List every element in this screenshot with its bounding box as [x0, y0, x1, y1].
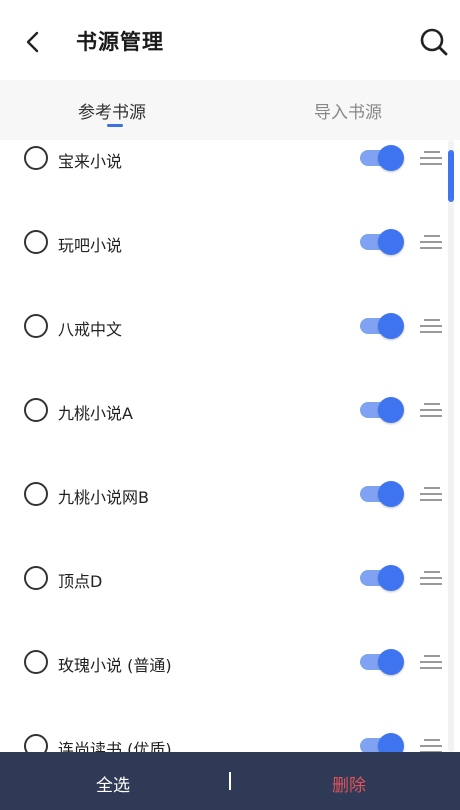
- select-radio[interactable]: [24, 482, 48, 506]
- source-tabs: 参考书源 导入书源: [0, 80, 460, 140]
- scrollbar-thumb[interactable]: [448, 150, 454, 202]
- delete-button[interactable]: 删除: [332, 771, 366, 796]
- source-name: 八戒中文: [58, 320, 123, 339]
- source-name: 九桃小说网B: [58, 488, 149, 507]
- drag-handle-icon[interactable]: [420, 403, 442, 417]
- enable-toggle[interactable]: [360, 481, 404, 507]
- enable-toggle[interactable]: [360, 145, 404, 171]
- enable-toggle[interactable]: [360, 229, 404, 255]
- select-radio[interactable]: [24, 230, 48, 254]
- select-radio[interactable]: [24, 398, 48, 422]
- list-item: 宝来小说: [0, 140, 460, 224]
- enable-toggle[interactable]: [360, 313, 404, 339]
- select-all-button[interactable]: 全选: [96, 771, 130, 796]
- enable-toggle[interactable]: [360, 649, 404, 675]
- search-icon[interactable]: [418, 26, 450, 58]
- drag-handle-icon[interactable]: [420, 739, 442, 752]
- list-item: 九桃小说A: [0, 392, 460, 476]
- page-title: 书源管理: [76, 30, 164, 54]
- drag-handle-icon[interactable]: [420, 151, 442, 165]
- scrollbar-track[interactable]: [448, 140, 454, 752]
- drag-handle-icon[interactable]: [420, 235, 442, 249]
- list-item: 玩吧小说: [0, 224, 460, 308]
- bottom-action-bar: 全选 删除: [0, 752, 460, 810]
- select-radio[interactable]: [24, 146, 48, 170]
- active-tab-indicator: [107, 124, 123, 127]
- enable-toggle[interactable]: [360, 397, 404, 423]
- select-radio[interactable]: [24, 734, 48, 752]
- list-item: 连尚读书 (优质): [0, 728, 460, 752]
- select-radio[interactable]: [24, 566, 48, 590]
- drag-handle-icon[interactable]: [420, 571, 442, 585]
- source-name: 顶点D: [58, 572, 103, 591]
- enable-toggle[interactable]: [360, 733, 404, 752]
- source-name: 连尚读书 (优质): [58, 740, 172, 752]
- list-item: 九桃小说网B: [0, 476, 460, 560]
- app-header: 书源管理: [0, 0, 460, 82]
- list-item: 八戒中文: [0, 308, 460, 392]
- back-arrow-icon[interactable]: [20, 28, 48, 56]
- list-item: 顶点D: [0, 560, 460, 644]
- drag-handle-icon[interactable]: [420, 655, 442, 669]
- enable-toggle[interactable]: [360, 565, 404, 591]
- list-item: 玫瑰小说 (普通): [0, 644, 460, 728]
- drag-handle-icon[interactable]: [420, 319, 442, 333]
- source-name: 宝来小说: [58, 152, 123, 171]
- source-list: 宝来小说 玩吧小说 八戒中文 九桃小说A 九桃小说网B 顶点D 玫瑰小说 (普通…: [0, 140, 460, 752]
- source-name: 九桃小说A: [58, 404, 133, 423]
- tab-reference-sources[interactable]: 参考书源: [78, 98, 146, 123]
- drag-handle-icon[interactable]: [420, 487, 442, 501]
- select-radio[interactable]: [24, 314, 48, 338]
- source-name: 玩吧小说: [58, 236, 123, 255]
- source-name: 玫瑰小说 (普通): [58, 656, 172, 675]
- tab-imported-sources[interactable]: 导入书源: [314, 98, 382, 123]
- action-divider: [229, 772, 231, 790]
- select-radio[interactable]: [24, 650, 48, 674]
